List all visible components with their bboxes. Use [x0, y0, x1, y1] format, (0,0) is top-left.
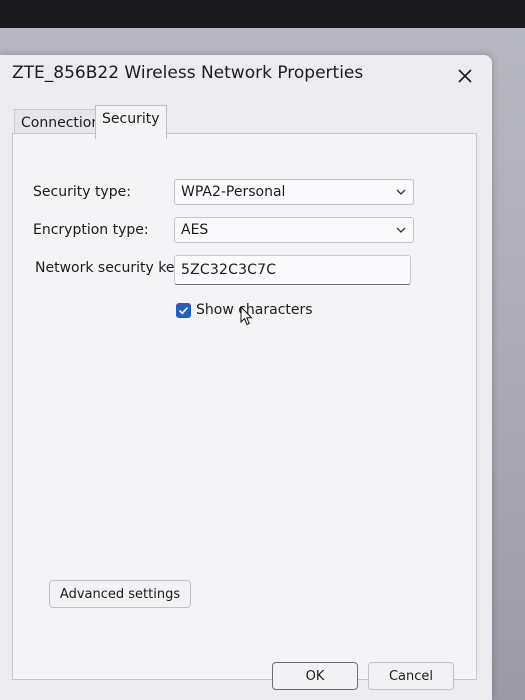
security-type-label: Security type: [33, 184, 131, 200]
properties-dialog: ZTE_856B22 Wireless Network Properties C… [0, 55, 492, 700]
show-characters-checkbox[interactable] [176, 303, 191, 318]
chevron-down-icon [396, 227, 406, 233]
cancel-button[interactable]: Cancel [368, 662, 454, 690]
checkmark-icon [178, 306, 189, 315]
close-button[interactable] [448, 61, 482, 91]
security-panel: Security type: WPA2-Personal Encryption … [12, 133, 477, 680]
security-type-select[interactable]: WPA2-Personal [174, 179, 414, 205]
network-security-key-label: Network security key [35, 260, 183, 276]
encryption-type-value: AES [181, 222, 209, 238]
ok-button[interactable]: OK [272, 662, 358, 690]
encryption-type-select[interactable]: AES [174, 217, 414, 243]
close-icon [458, 69, 472, 83]
chevron-down-icon [396, 189, 406, 195]
advanced-settings-button[interactable]: Advanced settings [49, 580, 191, 608]
show-characters-label[interactable]: Show characters [196, 302, 313, 318]
mouse-cursor-icon [240, 306, 253, 326]
security-type-value: WPA2-Personal [181, 184, 286, 200]
network-security-key-value: 5ZC32C3C7C [181, 262, 277, 278]
dialog-title: ZTE_856B22 Wireless Network Properties [12, 63, 364, 83]
network-security-key-field[interactable]: 5ZC32C3C7C [174, 255, 411, 285]
tab-security[interactable]: Security [95, 105, 167, 139]
encryption-type-label: Encryption type: [33, 222, 149, 238]
